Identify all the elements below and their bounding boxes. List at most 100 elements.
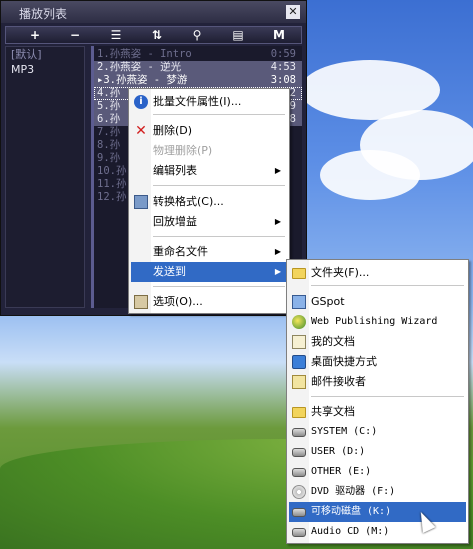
menu-item-convert-format[interactable]: 转换格式(C)... bbox=[131, 192, 287, 212]
menu-item-physical-delete: 物理删除(P) bbox=[131, 141, 287, 161]
send-to-desktop-shortcut[interactable]: 桌面快捷方式 bbox=[289, 352, 466, 372]
globe-icon bbox=[292, 315, 306, 329]
send-to-shared-documents[interactable]: 共享文档 bbox=[289, 402, 466, 422]
info-icon: i bbox=[134, 95, 148, 109]
list-button[interactable]: ☰ bbox=[101, 27, 131, 43]
track-duration: 2 bbox=[289, 87, 296, 99]
menu-item-label: 我的文档 bbox=[311, 335, 355, 348]
menu-item-label: 共享文档 bbox=[311, 405, 355, 418]
convert-icon bbox=[134, 195, 148, 209]
send-to-mail-recipient[interactable]: 邮件接收者 bbox=[289, 372, 466, 392]
menu-item-label: 批量文件属性(I)... bbox=[153, 95, 242, 108]
menu-item-label: 发送到 bbox=[153, 265, 186, 278]
track-name: 11.孙 bbox=[97, 178, 127, 190]
menu-separator bbox=[153, 286, 285, 287]
sort-button[interactable]: ⇅ bbox=[142, 27, 172, 43]
track-duration: 0:59 bbox=[270, 48, 296, 60]
desktop-icon bbox=[292, 355, 306, 369]
send-to-drive-e[interactable]: OTHER (E:) bbox=[289, 462, 466, 482]
menu-separator bbox=[153, 236, 285, 237]
track-name: 6.孙 bbox=[97, 113, 121, 125]
search-button[interactable]: ⚲ bbox=[182, 27, 212, 43]
submenu-arrow-icon: ▶ bbox=[274, 166, 281, 175]
send-to-drive-d[interactable]: USER (D:) bbox=[289, 442, 466, 462]
window-title: 播放列表 bbox=[19, 7, 68, 21]
menu-item-label: SYSTEM (C:) bbox=[311, 426, 378, 437]
menu-item-label: 可移动磁盘 (K:) bbox=[311, 506, 392, 517]
send-to-drive-c[interactable]: SYSTEM (C:) bbox=[289, 422, 466, 442]
menu-separator bbox=[153, 114, 285, 115]
gspot-icon bbox=[292, 295, 306, 309]
menu-separator bbox=[311, 396, 464, 397]
drive-icon bbox=[292, 428, 306, 437]
menu-item-label: 转换格式(C)... bbox=[153, 195, 224, 208]
menu-item-label: 回放增益 bbox=[153, 215, 197, 228]
menu-item-label: Audio CD (M:) bbox=[311, 526, 390, 537]
track-name: 5.孙 bbox=[97, 100, 121, 112]
dvd-icon bbox=[292, 485, 306, 499]
send-to-submenu: 文件夹(F)... GSpot Web Publishing Wizard 我的… bbox=[286, 259, 469, 544]
submenu-arrow-icon: ▶ bbox=[274, 267, 281, 276]
menu-item-label: 邮件接收者 bbox=[311, 375, 366, 388]
file-button[interactable]: ▤ bbox=[223, 27, 253, 43]
track-name: 1.孙燕姿 - Intro bbox=[97, 48, 192, 60]
category-list: [默认] MP3 bbox=[5, 46, 85, 308]
track-name: 12.孙 bbox=[97, 191, 127, 203]
menu-item-label: DVD 驱动器 (F:) bbox=[311, 486, 396, 497]
menu-item-rename-file[interactable]: 重命名文件 ▶ bbox=[131, 242, 287, 262]
category-item[interactable]: [默认] bbox=[6, 47, 84, 62]
track-name: 8.孙 bbox=[97, 139, 121, 151]
send-to-folder[interactable]: 文件夹(F)... bbox=[289, 263, 466, 283]
drive-icon bbox=[292, 448, 306, 457]
send-to-web-publishing-wizard[interactable]: Web Publishing Wizard bbox=[289, 312, 466, 332]
add-button[interactable]: + bbox=[20, 27, 50, 43]
menu-item-label: 重命名文件 bbox=[153, 245, 208, 258]
menu-item-replay-gain[interactable]: 回放增益 ▶ bbox=[131, 212, 287, 232]
drive-icon bbox=[292, 528, 306, 537]
menu-item-label: USER (D:) bbox=[311, 446, 366, 457]
documents-icon bbox=[292, 335, 306, 349]
send-to-audio-cd[interactable]: Audio CD (M:) bbox=[289, 522, 466, 542]
folder-icon bbox=[292, 268, 306, 279]
menu-item-batch-properties[interactable]: i 批量文件属性(I)... bbox=[131, 92, 287, 112]
menu-separator bbox=[311, 285, 464, 286]
track-name: 4.孙 bbox=[97, 87, 121, 99]
menu-item-label: Web Publishing Wizard bbox=[311, 316, 438, 327]
drive-icon bbox=[292, 468, 306, 477]
menu-item-options[interactable]: 选项(O)... bbox=[131, 292, 287, 312]
submenu-arrow-icon: ▶ bbox=[274, 247, 281, 256]
send-to-my-documents[interactable]: 我的文档 bbox=[289, 332, 466, 352]
menu-item-label: 删除(D) bbox=[153, 124, 193, 137]
menu-item-send-to[interactable]: 发送到 ▶ bbox=[131, 262, 287, 282]
track-row[interactable]: ▸3.孙燕姿 - 梦游 3:08 bbox=[94, 74, 302, 87]
track-name: 2.孙燕姿 - 逆光 bbox=[97, 61, 182, 73]
track-duration: 3:08 bbox=[270, 74, 296, 86]
menu-item-delete[interactable]: ✕ 删除(D) bbox=[131, 121, 287, 141]
track-name: 10.孙 bbox=[97, 165, 127, 177]
delete-icon: ✕ bbox=[135, 123, 147, 139]
remove-button[interactable]: − bbox=[60, 27, 90, 43]
menu-item-label: GSpot bbox=[311, 295, 345, 308]
playlist-toolbar: + − ☰ ⇅ ⚲ ▤ M bbox=[5, 26, 302, 44]
track-name: 7.孙 bbox=[97, 126, 121, 138]
title-bar[interactable]: 播放列表 ✕ bbox=[1, 1, 306, 23]
track-row[interactable]: 1.孙燕姿 - Intro 0:59 bbox=[94, 48, 302, 61]
menu-item-label: 桌面快捷方式 bbox=[311, 355, 377, 368]
menu-item-label: 物理删除(P) bbox=[153, 144, 213, 157]
close-button[interactable]: ✕ bbox=[286, 5, 300, 19]
track-duration: 8 bbox=[289, 113, 296, 125]
send-to-gspot[interactable]: GSpot bbox=[289, 292, 466, 312]
send-to-dvd-drive[interactable]: DVD 驱动器 (F:) bbox=[289, 482, 466, 502]
send-to-removable-disk[interactable]: 可移动磁盘 (K:) bbox=[289, 502, 466, 522]
menu-item-label: 编辑列表 bbox=[153, 164, 197, 177]
submenu-arrow-icon: ▶ bbox=[274, 217, 281, 226]
track-duration: 9 bbox=[289, 100, 296, 112]
mode-button[interactable]: M bbox=[264, 27, 294, 43]
menu-item-label: 选项(O)... bbox=[153, 295, 203, 308]
menu-item-edit-list[interactable]: 编辑列表 ▶ bbox=[131, 161, 287, 181]
track-duration: 4:53 bbox=[270, 61, 296, 73]
removable-drive-icon bbox=[292, 508, 306, 517]
category-item[interactable]: MP3 bbox=[6, 62, 84, 77]
options-icon bbox=[134, 295, 148, 309]
track-row[interactable]: 2.孙燕姿 - 逆光 4:53 bbox=[94, 61, 302, 74]
